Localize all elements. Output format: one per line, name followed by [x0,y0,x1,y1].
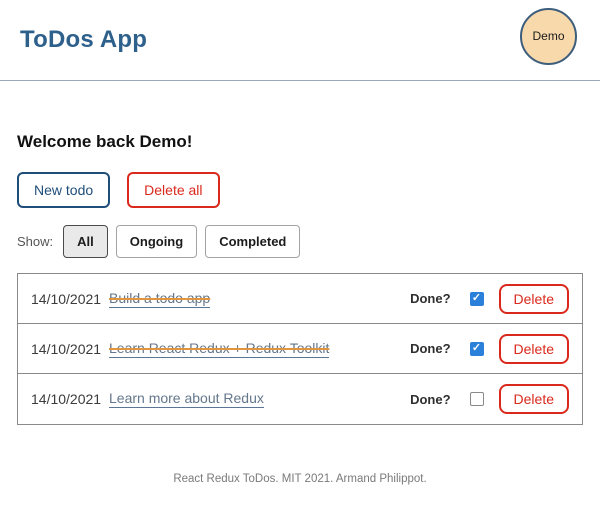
todo-list: 14/10/2021 Build a todo app Done? ✓ Dele… [17,273,583,425]
done-checkbox[interactable]: ✓ [470,342,484,356]
delete-todo-button[interactable]: Delete [499,384,569,414]
filter-completed-button[interactable]: Completed [205,225,300,258]
delete-todo-button[interactable]: Delete [499,284,569,314]
avatar[interactable]: Demo [520,8,577,65]
new-todo-button[interactable]: New todo [17,172,110,208]
filter-row: Show: All Ongoing Completed [17,225,583,258]
todo-title: Learn more about Redux [109,390,264,406]
app-footer: React Redux ToDos. MIT 2021. Armand Phil… [0,473,600,507]
todo-row: 14/10/2021 Learn React Redux + Redux Too… [18,324,582,374]
done-label: Done? [410,341,450,356]
todo-link[interactable]: Learn more about Redux [109,390,264,408]
todo-row: 14/10/2021 Build a todo app Done? ✓ Dele… [18,274,582,324]
done-checkbox[interactable]: ✓ [470,392,484,406]
delete-all-button[interactable]: Delete all [127,172,219,208]
delete-todo-button[interactable]: Delete [499,334,569,364]
todo-title: Build a todo app [109,290,210,306]
actions-toolbar: New todo Delete all [17,172,583,208]
app-title: ToDos App [20,26,147,54]
welcome-heading: Welcome back Demo! [17,132,583,152]
done-label: Done? [410,291,450,306]
filter-all-button[interactable]: All [63,225,108,258]
check-icon: ✓ [472,343,481,354]
todo-link[interactable]: Build a todo app [109,290,210,308]
page: ToDos App Demo Welcome back Demo! New to… [0,0,600,507]
todo-date: 14/10/2021 [31,341,109,357]
app-header: ToDos App Demo [0,0,600,81]
filter-label: Show: [17,234,53,249]
main-content: Welcome back Demo! New todo Delete all S… [0,81,600,473]
footer-text: React Redux ToDos. MIT 2021. Armand Phil… [0,473,600,485]
avatar-label: Demo [532,29,564,43]
check-icon: ✓ [472,293,481,304]
todo-date: 14/10/2021 [31,391,109,407]
todo-link[interactable]: Learn React Redux + Redux Toolkit [109,340,329,358]
done-label: Done? [410,392,450,407]
todo-row: 14/10/2021 Learn more about Redux Done? … [18,374,582,424]
todo-title: Learn React Redux + Redux Toolkit [109,340,329,356]
todo-date: 14/10/2021 [31,291,109,307]
filter-ongoing-button[interactable]: Ongoing [116,225,197,258]
done-checkbox[interactable]: ✓ [470,292,484,306]
